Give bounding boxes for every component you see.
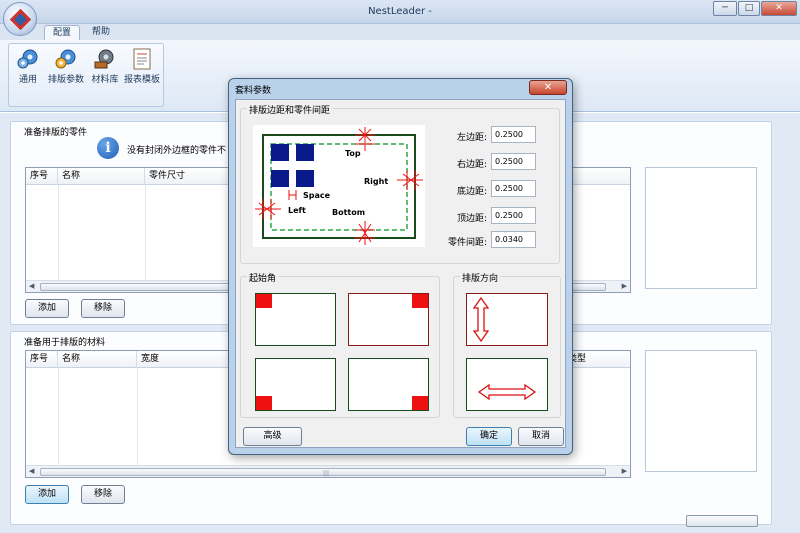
- corner-marker: [256, 396, 272, 410]
- corner-bottom-right-option[interactable]: [348, 358, 429, 411]
- bottom-status-button[interactable]: [686, 515, 758, 527]
- add-part-button[interactable]: 添加: [25, 299, 69, 318]
- margins-group: 排版边距和零件间距 Top Right Space Left Bottom 左边…: [240, 103, 560, 264]
- app-logo-icon: [9, 8, 32, 31]
- tab-config[interactable]: 配置: [44, 25, 81, 40]
- start-corner-group: 起始角: [240, 271, 440, 418]
- left-margin-label: 左边距:: [456, 133, 487, 143]
- tab-help[interactable]: 帮助: [84, 25, 118, 40]
- grip-icon: |||: [323, 470, 330, 477]
- dialog-title: 套料参数: [235, 86, 272, 96]
- close-window-button[interactable]: ✕: [761, 1, 797, 16]
- scroll-right-arrow-icon[interactable]: ▶: [622, 282, 627, 290]
- parts-panel-title: 准备排版的零件: [24, 128, 88, 138]
- right-margin-field[interactable]: 0.2500: [491, 153, 536, 170]
- ok-button[interactable]: 确定: [466, 427, 512, 446]
- corner-top-right-option[interactable]: [348, 293, 429, 346]
- gears-icon: [55, 49, 76, 69]
- corner-top-left-option[interactable]: [255, 293, 336, 346]
- materials-horizontal-scrollbar[interactable]: ◀ ||| ▶: [26, 465, 630, 477]
- direction-group-title: 排版方向: [460, 271, 501, 284]
- margins-preview: Top Right Space Left Bottom: [253, 125, 425, 247]
- info-icon: i: [97, 137, 119, 159]
- column-header[interactable]: 名称: [58, 168, 145, 185]
- menu-tabstrip: 配置 帮助: [0, 24, 800, 40]
- part-block: [271, 144, 289, 161]
- remove-part-button[interactable]: 移除: [81, 299, 125, 318]
- scroll-left-arrow-icon[interactable]: ◀: [29, 282, 34, 290]
- part-block: [296, 170, 314, 187]
- vertical-arrow-icon: [472, 296, 490, 343]
- part-block: [271, 170, 289, 187]
- part-spacing-field[interactable]: 0.0340: [491, 231, 536, 248]
- bottom-margin-field[interactable]: 0.2500: [491, 180, 536, 197]
- parts-info-text: 没有封闭外边框的零件不: [127, 146, 227, 156]
- materials-panel-title: 准备用于排版的材料: [24, 338, 106, 348]
- nesting-params-dialog: 套料参数 ✕ 排版边距和零件间距 Top Right Space Left Bo…: [228, 78, 573, 455]
- scroll-left-arrow-icon[interactable]: ◀: [29, 467, 34, 475]
- margins-group-title: 排版边距和零件间距: [247, 103, 333, 116]
- right-label: Right: [364, 177, 388, 186]
- scrollbar-thumb[interactable]: |||: [40, 468, 606, 477]
- column-header[interactable]: 序号: [26, 351, 58, 368]
- left-label: Left: [288, 206, 306, 215]
- report-icon: [133, 48, 151, 70]
- part-spacing-label: 零件间距:: [447, 238, 487, 248]
- app-menu-button[interactable]: [3, 2, 37, 36]
- material-library-button[interactable]: 材料库: [89, 48, 121, 85]
- direction-group: 排版方向: [453, 271, 561, 418]
- add-material-button[interactable]: 添加: [25, 485, 69, 504]
- corner-marker: [256, 294, 272, 308]
- grid-line: [145, 185, 146, 280]
- corner-marker: [412, 294, 428, 308]
- left-margin-field[interactable]: 0.2500: [491, 126, 536, 143]
- minimize-button[interactable]: ─: [713, 1, 737, 16]
- report-template-button[interactable]: 报表模板: [121, 48, 163, 85]
- bottom-margin-label: 底边距:: [456, 187, 487, 197]
- column-header[interactable]: 零件尺寸: [145, 168, 235, 185]
- bottom-label: Bottom: [332, 208, 365, 217]
- grid-line: [58, 185, 59, 280]
- gears-icon: [17, 49, 38, 69]
- column-header[interactable]: 名称: [58, 351, 137, 368]
- scroll-right-arrow-icon[interactable]: ▶: [622, 467, 627, 475]
- ribbon-group-config: 通用 排版参数 材料库 报表模板: [8, 43, 164, 107]
- column-header[interactable]: 类型: [564, 351, 632, 368]
- remove-material-button[interactable]: 移除: [81, 485, 125, 504]
- grid-line: [58, 368, 59, 465]
- part-block: [296, 144, 314, 161]
- top-label: Top: [345, 149, 361, 158]
- nesting-params-label: 排版参数: [47, 75, 84, 85]
- maximize-button[interactable]: □: [738, 1, 760, 16]
- cancel-button[interactable]: 取消: [518, 427, 564, 446]
- general-label: 通用: [18, 75, 37, 85]
- dialog-body: 排版边距和零件间距 Top Right Space Left Bottom 左边…: [235, 99, 566, 448]
- start-corner-group-title: 起始角: [247, 271, 279, 284]
- right-margin-label: 右边距:: [456, 160, 487, 170]
- corner-marker: [412, 396, 428, 410]
- gears-icon: [94, 49, 114, 69]
- corner-bottom-left-option[interactable]: [255, 358, 336, 411]
- general-button[interactable]: 通用: [13, 48, 43, 85]
- nesting-params-button[interactable]: 排版参数: [45, 48, 87, 85]
- space-label: Space: [303, 191, 331, 200]
- report-template-label: 报表模板: [123, 75, 160, 85]
- horizontal-arrow-icon: [477, 383, 537, 401]
- dialog-close-button[interactable]: ✕: [529, 80, 567, 95]
- grid-line: [137, 368, 138, 465]
- horizontal-direction-option[interactable]: [466, 358, 548, 411]
- vertical-direction-option[interactable]: [466, 293, 548, 346]
- parts-preview-box: [645, 167, 757, 289]
- advanced-button[interactable]: 高级: [243, 427, 302, 446]
- top-margin-label: 顶边距:: [456, 214, 487, 224]
- window-title: NestLeader -: [368, 6, 432, 17]
- title-bar: NestLeader - ─ □ ✕: [0, 0, 800, 24]
- top-margin-field[interactable]: 0.2500: [491, 207, 536, 224]
- materials-preview-box: [645, 350, 757, 472]
- column-header[interactable]: 序号: [26, 168, 58, 185]
- material-library-label: 材料库: [91, 75, 119, 85]
